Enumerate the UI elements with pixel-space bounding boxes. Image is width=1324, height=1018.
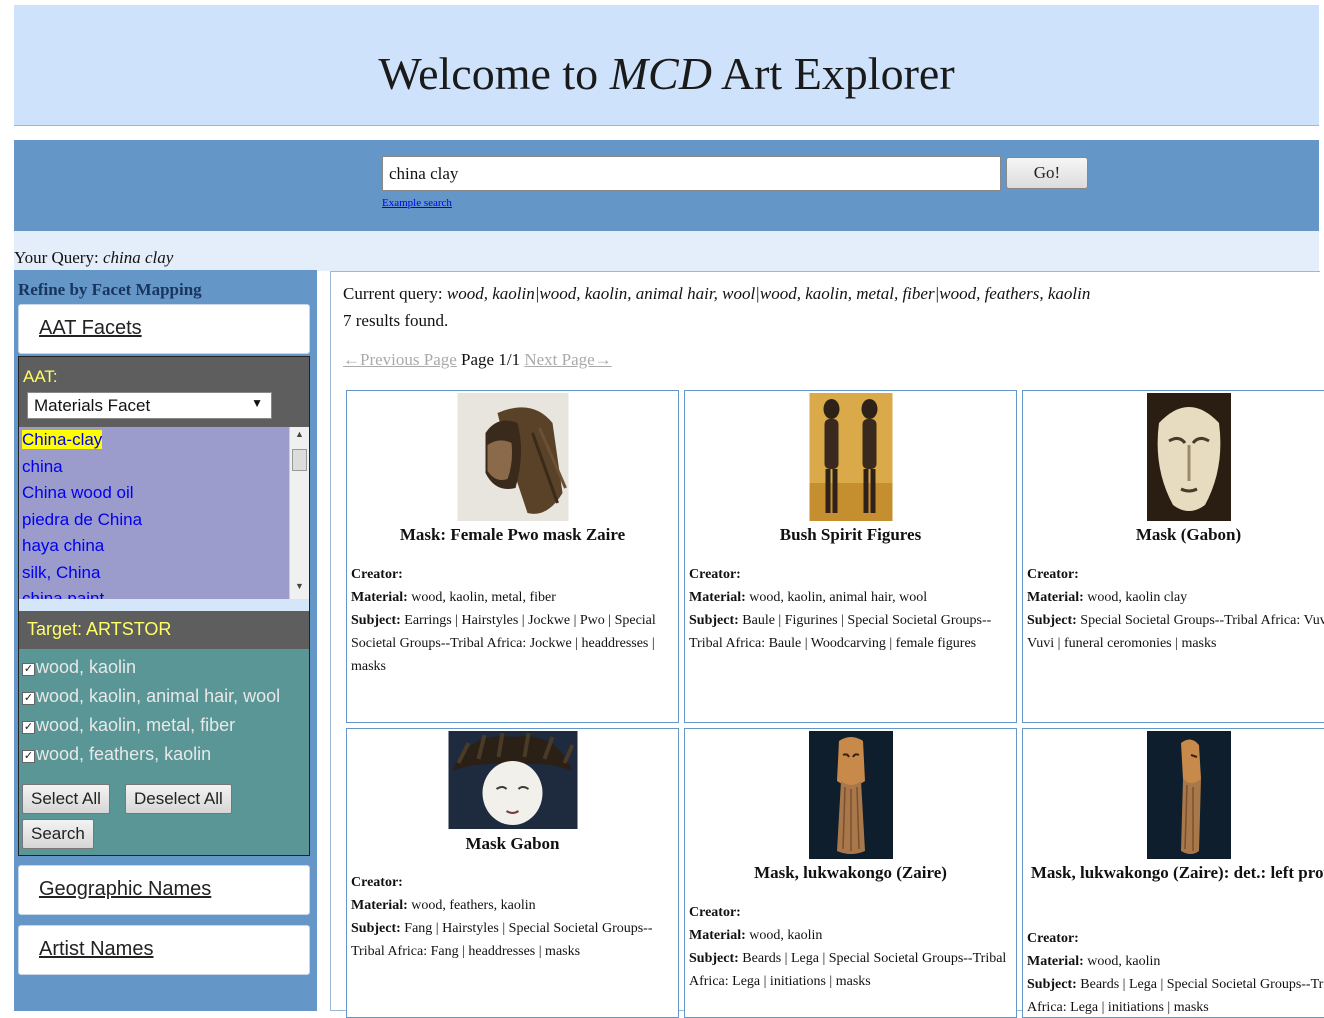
your-query: Your Query: china clay <box>14 248 174 267</box>
search-bar: Go! Example search <box>14 140 1319 231</box>
go-button[interactable]: Go! <box>1006 157 1088 189</box>
list-scrollbar[interactable]: ▲ ▼ <box>289 427 309 599</box>
target-checklist: ✓ wood, kaolin ✓ wood, kaolin, animal hair… <box>19 649 309 855</box>
page-header: Welcome to MCD Art Explorer <box>14 5 1319 126</box>
checkbox-checked-icon[interactable]: ✓ <box>22 721 35 734</box>
aat-facets-panel: AAT: Materials Facet ▼ China-clay china C… <box>18 356 310 856</box>
term-option[interactable]: china paint <box>19 586 309 599</box>
check-row[interactable]: ✓ wood, kaolin, metal, fiber <box>22 715 235 736</box>
result-meta: Creator: Material: wood, kaolin, metal, … <box>351 567 656 674</box>
check-row[interactable]: ✓ wood, kaolin <box>22 657 136 678</box>
scroll-thumb[interactable] <box>292 449 307 471</box>
aat-label: AAT: <box>23 367 58 386</box>
result-card[interactable]: Mask Gabon Creator: Material: wood, feat… <box>346 728 679 1018</box>
term-option[interactable]: silk, China <box>19 560 309 587</box>
example-search-link[interactable]: Example search <box>382 197 452 209</box>
check-row[interactable]: ✓ wood, feathers, kaolin <box>22 744 211 765</box>
pager: ←Previous Page Page 1/1 Next Page→ <box>343 350 612 370</box>
artwork-thumbnail[interactable] <box>809 393 892 521</box>
page-title: Welcome to MCD Art Explorer <box>378 48 955 99</box>
search-input[interactable] <box>382 156 1001 191</box>
result-card[interactable]: Mask, lukwakongo (Zaire) Creator: Materi… <box>684 728 1017 1018</box>
checkbox-checked-icon[interactable]: ✓ <box>22 692 35 705</box>
scroll-up-icon[interactable]: ▲ <box>290 429 309 445</box>
dropdown-caret-icon: ▼ <box>251 396 263 410</box>
query-band <box>14 231 1319 271</box>
result-card[interactable]: Bush Spirit Figures Creator: Material: w… <box>684 390 1017 723</box>
results-panel: Current query: wood, kaolin|wood, kaolin… <box>330 271 1324 1018</box>
result-title[interactable]: Mask: Female Pwo mask Zaire <box>351 522 674 548</box>
artist-names-header[interactable]: Artist Names <box>18 925 310 975</box>
target-label: Target: ARTSTOR <box>19 611 309 649</box>
result-meta: Creator: Material: wood, kaolin Subject:… <box>1027 931 1324 1015</box>
result-title[interactable]: Mask, lukwakongo (Zaire): det.: left pro… <box>1027 860 1324 886</box>
checkbox-checked-icon[interactable]: ✓ <box>22 750 35 763</box>
term-option[interactable]: china <box>19 454 309 481</box>
geographic-names-header[interactable]: Geographic Names <box>18 865 310 915</box>
term-option[interactable]: piedra de China <box>19 507 309 534</box>
next-page-link[interactable]: Next Page→ <box>524 350 611 369</box>
result-meta: Creator: Material: wood, feathers, kaoli… <box>351 875 653 959</box>
result-meta: Creator: Material: wood, kaolin clay Sub… <box>1027 567 1324 651</box>
result-card[interactable]: Mask: Female Pwo mask Zaire Creator: Mat… <box>346 390 679 723</box>
aat-term-list[interactable]: China-clay china China wood oil piedra d… <box>19 427 309 599</box>
result-meta: Creator: Material: wood, kaolin Subject:… <box>689 905 1007 989</box>
result-card[interactable]: Mask, lukwakongo (Zaire): det.: left pro… <box>1022 728 1324 1018</box>
artwork-thumbnail[interactable] <box>1146 393 1231 521</box>
result-title[interactable]: Mask (Gabon) <box>1027 522 1324 548</box>
result-meta: Creator: Material: wood, kaolin, animal … <box>689 567 992 651</box>
check-row[interactable]: ✓ wood, kaolin, animal hair, wool <box>22 686 280 707</box>
artwork-thumbnail[interactable] <box>808 731 893 859</box>
aat-facet-select[interactable]: Materials Facet ▼ <box>27 392 272 419</box>
select-all-button[interactable]: Select All <box>22 784 110 814</box>
checkbox-checked-icon[interactable]: ✓ <box>22 663 35 676</box>
term-option[interactable]: haya china <box>19 533 309 560</box>
result-title[interactable]: Mask Gabon <box>351 831 674 857</box>
artwork-thumbnail[interactable] <box>457 393 568 521</box>
artwork-thumbnail[interactable] <box>1146 731 1231 859</box>
result-count: 7 results found. <box>343 311 449 330</box>
previous-page-link[interactable]: ←Previous Page <box>343 350 457 369</box>
aat-facets-header[interactable]: AAT Facets <box>18 304 310 354</box>
deselect-all-button[interactable]: Deselect All <box>125 784 232 814</box>
page-indicator: Page 1/1 <box>456 350 525 369</box>
facet-sidebar: Refine by Facet Mapping AAT Facets AAT: … <box>14 270 317 1011</box>
current-query: Current query: wood, kaolin|wood, kaolin… <box>343 284 1091 303</box>
term-option[interactable]: China-clay <box>19 427 309 454</box>
result-title[interactable]: Bush Spirit Figures <box>689 522 1012 548</box>
scroll-down-icon[interactable]: ▼ <box>290 581 309 597</box>
term-option[interactable]: China wood oil <box>19 480 309 507</box>
refine-heading: Refine by Facet Mapping <box>18 280 202 299</box>
panel-divider <box>19 599 309 611</box>
search-button[interactable]: Search <box>22 819 94 849</box>
result-title[interactable]: Mask, lukwakongo (Zaire) <box>689 860 1012 886</box>
artwork-thumbnail[interactable] <box>448 731 577 829</box>
result-card[interactable]: Mask (Gabon) Creator: Material: wood, ka… <box>1022 390 1324 723</box>
